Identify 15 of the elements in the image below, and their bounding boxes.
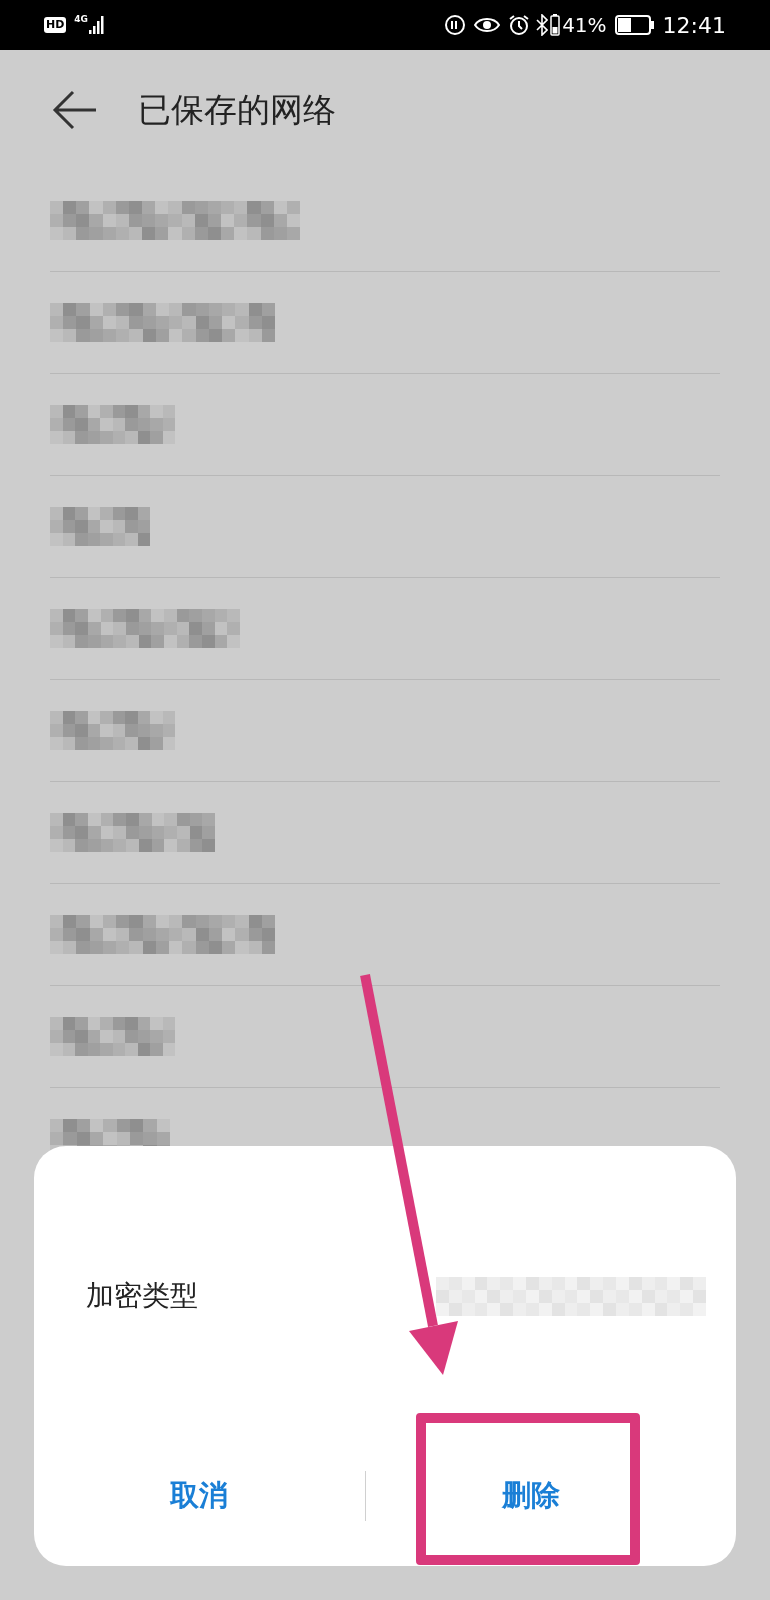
eye-icon [474,15,501,35]
row-label: 加密类型 [86,1278,198,1314]
cancel-button[interactable]: 取消 [34,1461,365,1531]
alarm-icon [508,14,531,36]
network-type: 4G [74,13,88,26]
battery-percentage: 41% [562,12,607,39]
battery-icon [614,15,655,35]
signal-icon [89,16,105,34]
battery-icon [550,14,561,36]
delete-button[interactable]: 删除 [365,1461,736,1531]
back-icon[interactable] [52,90,98,130]
clock-time: 12:41 [662,11,726,40]
bluetooth-icon [536,14,549,36]
hd-badge: HD [44,17,67,33]
page-title: 已保存的网络 [138,89,336,132]
